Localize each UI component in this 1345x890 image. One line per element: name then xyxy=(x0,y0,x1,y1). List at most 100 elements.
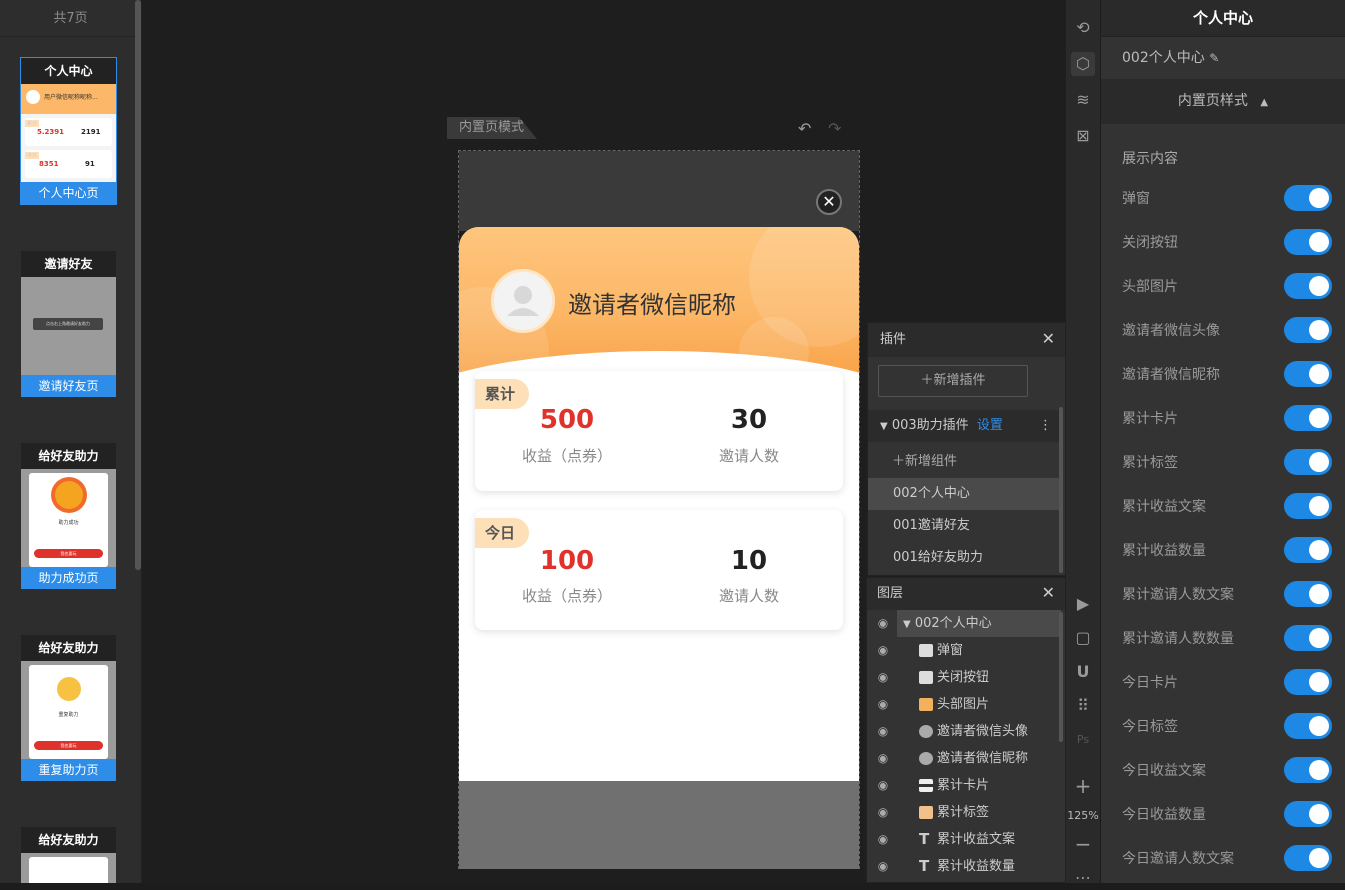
eye-icon[interactable]: ◉ xyxy=(875,718,891,745)
layer-item[interactable]: ◉ 累计标签 xyxy=(867,799,1061,826)
layer-item[interactable]: ◉ 邀请者微信昵称 xyxy=(867,745,1061,772)
eye-icon[interactable]: ◉ xyxy=(875,799,891,826)
frame-icon[interactable]: ▢ xyxy=(1071,626,1095,650)
mode-tab[interactable]: 内置页模式 xyxy=(447,117,537,139)
eye-icon[interactable]: ◉ xyxy=(875,826,891,853)
grid-icon[interactable]: ⠿ xyxy=(1071,694,1095,718)
toggle-label: 今日收益文案 xyxy=(1122,763,1206,779)
page-thumb-invite[interactable]: 邀请好友 点击右上角邀请好友助力 邀请好友页 xyxy=(21,251,116,397)
plugin-settings-link[interactable]: 设置 xyxy=(977,418,1003,433)
toggle-switch[interactable] xyxy=(1284,317,1332,343)
toggle-switch[interactable] xyxy=(1284,493,1332,519)
toggle-switch[interactable] xyxy=(1284,405,1332,431)
toggle-switch[interactable] xyxy=(1284,449,1332,475)
preview-tag: 累计 xyxy=(25,120,40,127)
layer-item[interactable]: ◉ 头部图片 xyxy=(867,691,1061,718)
total-income-label[interactable]: 收益（点券） xyxy=(487,445,647,466)
toggle-switch[interactable] xyxy=(1284,273,1332,299)
pages-count: 共7页 xyxy=(0,0,141,37)
page-thumb-personal-center[interactable]: 个人中心 用户微信昵称昵称... 累计 5.2391 2191 今日 8351 … xyxy=(20,57,117,205)
inviter-avatar[interactable] xyxy=(491,269,555,333)
page-name[interactable]: 002个人中心 ✎ xyxy=(1101,37,1345,79)
page-thumb-caption: 邀请好友页 xyxy=(21,375,116,397)
total-invites-label[interactable]: 邀请人数 xyxy=(669,445,829,466)
today-tag[interactable]: 今日 xyxy=(475,518,529,548)
toggle-switch[interactable] xyxy=(1284,361,1332,387)
plugin-row[interactable]: ▼ 003助力插件 设置 ⋮ xyxy=(868,410,1060,442)
page-thumb-caption: 个人中心页 xyxy=(21,182,116,204)
layer-item[interactable]: ◉ 弹窗 xyxy=(867,637,1061,664)
more-icon[interactable]: ⋯ xyxy=(1071,866,1095,890)
close-icon[interactable]: ✕ xyxy=(1042,329,1055,348)
inviter-nickname[interactable]: 邀请者微信昵称 xyxy=(568,285,736,320)
eye-icon[interactable]: ◉ xyxy=(875,610,891,637)
toggle-switch[interactable] xyxy=(1284,669,1332,695)
toggle-switch[interactable] xyxy=(1284,625,1332,651)
layer-item[interactable]: ◉ 累计卡片 xyxy=(867,772,1061,799)
layer-panel-title: 图层 xyxy=(867,578,1065,610)
play-icon[interactable]: ▶ xyxy=(1071,592,1095,616)
layer-item[interactable]: ◉ 关闭按钮 xyxy=(867,664,1061,691)
more-icon[interactable]: ⋮ xyxy=(1039,410,1052,442)
total-card[interactable]: 累计 500 30 收益（点券） 邀请人数 xyxy=(475,371,843,491)
preview-heading: 重复助力 xyxy=(58,712,79,718)
page-thumb-help-success[interactable]: 给好友助力 助力成功 我也要玩 助力成功页 xyxy=(21,443,116,589)
toggle-switch[interactable] xyxy=(1284,537,1332,563)
toggle-switch[interactable] xyxy=(1284,713,1332,739)
undo-icon[interactable]: ↶ xyxy=(798,119,811,138)
toggle-row: 关闭按钮 xyxy=(1101,220,1345,264)
popup-footer-overlay xyxy=(459,781,859,869)
eye-icon[interactable]: ◉ xyxy=(875,853,891,880)
zoom-out-icon[interactable]: − xyxy=(1071,832,1095,856)
today-invites-value[interactable]: 10 xyxy=(669,546,829,576)
plugin-item[interactable]: 001邀请好友 xyxy=(868,510,1060,542)
layer-label: 邀请者微信昵称 xyxy=(937,751,1029,766)
eye-icon[interactable]: ◉ xyxy=(875,772,891,799)
toggle-switch[interactable] xyxy=(1284,185,1332,211)
layer-item[interactable]: ◉ T 累计收益文案 xyxy=(867,826,1061,853)
variable-icon[interactable]: ⊠ xyxy=(1071,124,1095,148)
plugin-item[interactable]: 002个人中心 xyxy=(868,478,1060,510)
toggle-switch[interactable] xyxy=(1284,581,1332,607)
share-icon[interactable]: ⟲ xyxy=(1071,16,1095,40)
toggle-row: 邀请者微信头像 xyxy=(1101,308,1345,352)
ps-icon[interactable]: Ps xyxy=(1071,728,1095,752)
page-thumb-help-repeat[interactable]: 给好友助力 重复助力 我也要玩 重复助力页 xyxy=(21,635,116,781)
layers-icon[interactable]: ≋ xyxy=(1071,88,1095,112)
redo-icon[interactable]: ↷ xyxy=(828,119,841,138)
zoom-in-icon[interactable]: + xyxy=(1071,774,1095,798)
today-income-value[interactable]: 100 xyxy=(487,546,647,576)
pages-scrollbar[interactable] xyxy=(135,0,141,570)
plugin-item[interactable]: 001给好友助力 xyxy=(868,542,1060,574)
eye-icon[interactable]: ◉ xyxy=(875,745,891,772)
total-income-value[interactable]: 500 xyxy=(487,405,647,435)
toggle-switch[interactable] xyxy=(1284,801,1332,827)
magnet-icon[interactable]: U xyxy=(1071,660,1095,684)
add-component-button[interactable]: ＋新增组件 xyxy=(868,446,1060,478)
edit-pencil-icon[interactable]: ✎ xyxy=(1209,51,1219,65)
section-header[interactable]: 内置页样式 ▲ xyxy=(1101,79,1345,124)
layer-item[interactable]: ◉ T 累计收益数量 xyxy=(867,853,1061,880)
close-icon[interactable]: ✕ xyxy=(1042,583,1055,602)
preview-nick: 用户微信昵称昵称... xyxy=(44,94,98,101)
today-income-label[interactable]: 收益（点券） xyxy=(487,585,647,606)
page-thumb-help-5[interactable]: 给好友助力 xyxy=(21,827,116,883)
pages-panel: 共7页 个人中心 用户微信昵称昵称... 累计 5.2391 2191 今日 8… xyxy=(0,0,142,883)
add-plugin-button[interactable]: ＋新增插件 xyxy=(878,365,1028,397)
eye-icon[interactable]: ◉ xyxy=(875,664,891,691)
plugin-scrollbar[interactable] xyxy=(1059,407,1063,573)
close-button[interactable]: ✕ xyxy=(816,189,842,215)
toggle-switch[interactable] xyxy=(1284,757,1332,783)
today-card[interactable]: 今日 100 10 收益（点券） 邀请人数 xyxy=(475,510,843,630)
eye-icon[interactable]: ◉ xyxy=(875,691,891,718)
eye-icon[interactable]: ◉ xyxy=(875,637,891,664)
toggle-switch[interactable] xyxy=(1284,229,1332,255)
total-invites-value[interactable]: 30 xyxy=(669,405,829,435)
layer-scrollbar[interactable] xyxy=(1059,612,1063,742)
preview-button: 点击右上角邀请好友助力 xyxy=(33,318,103,330)
today-invites-label[interactable]: 邀请人数 xyxy=(669,585,829,606)
toggle-switch[interactable] xyxy=(1284,845,1332,871)
layer-root[interactable]: ◉ ▼ 002个人中心 xyxy=(867,610,1061,637)
layer-item[interactable]: ◉ 邀请者微信头像 xyxy=(867,718,1061,745)
plugin-icon[interactable]: ⬡ xyxy=(1071,52,1095,76)
